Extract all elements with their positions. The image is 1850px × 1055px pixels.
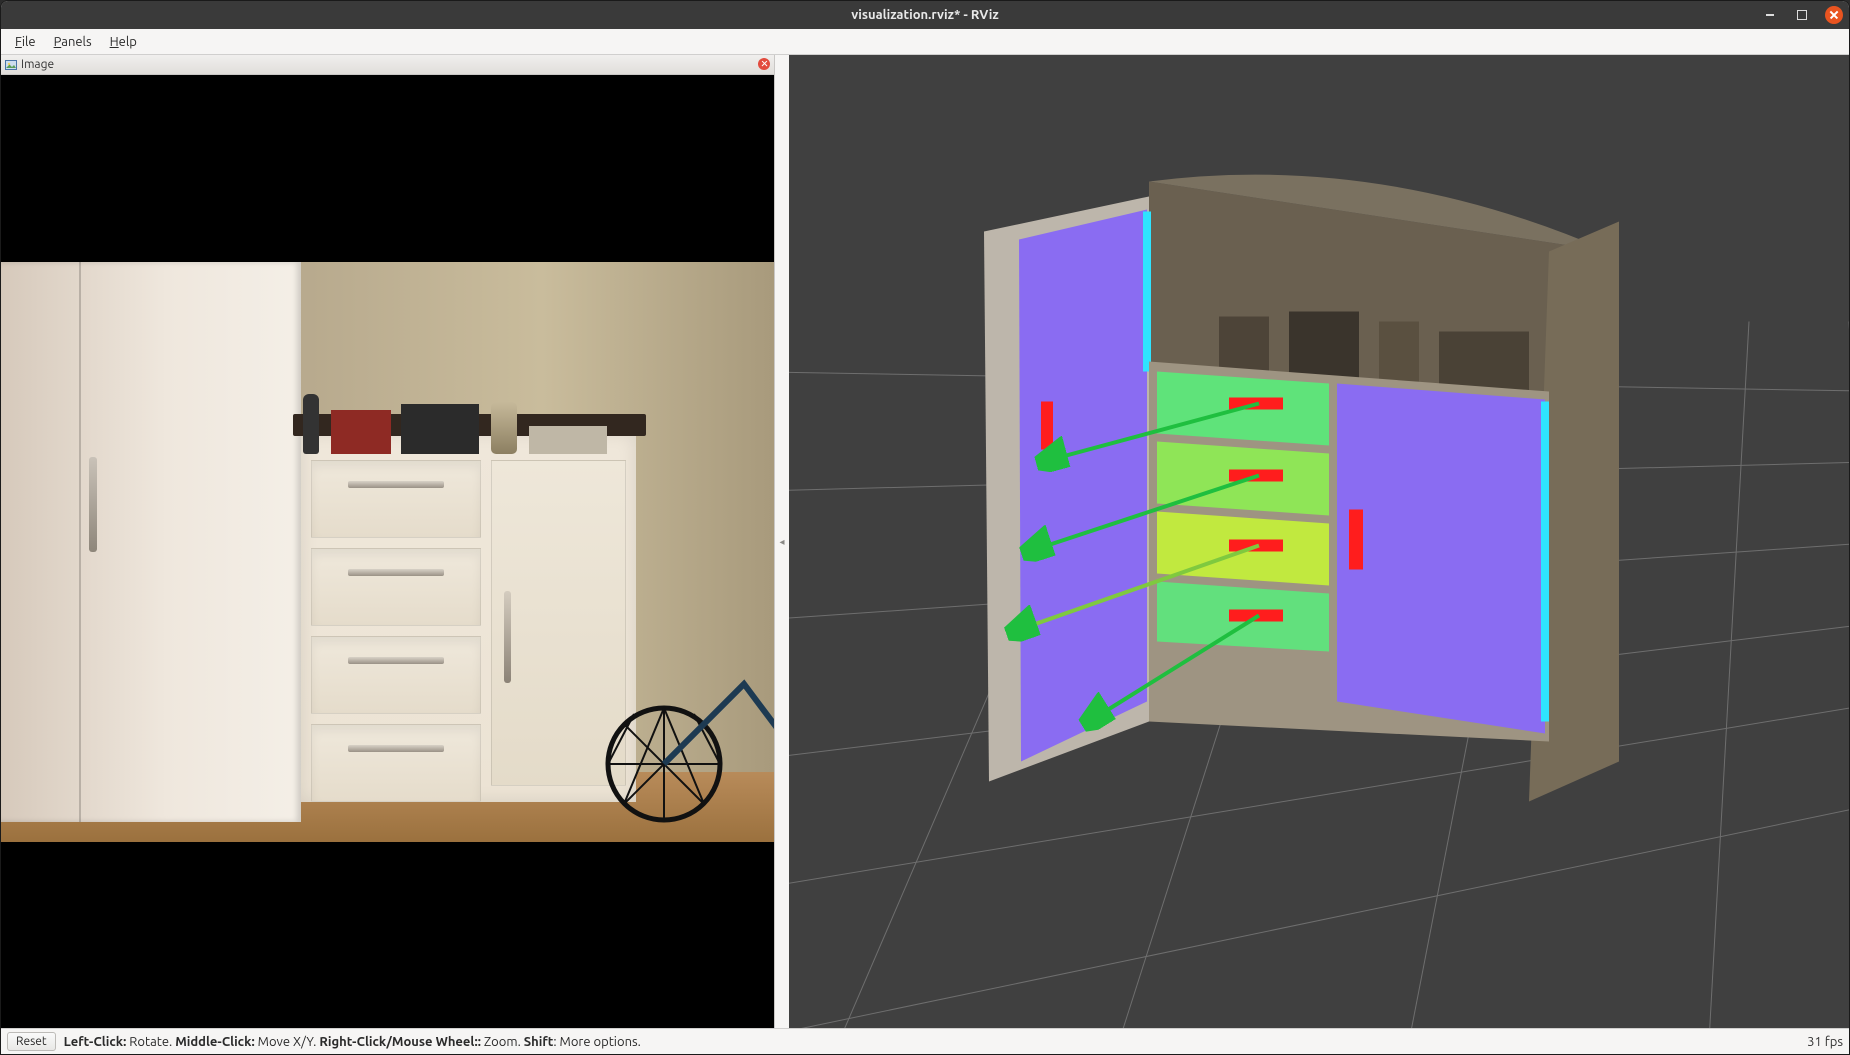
overlay-edge [1143, 212, 1151, 372]
window-title: visualization.rviz* - RViz [1, 8, 1849, 22]
image-panel-title: Image [21, 58, 54, 71]
app-window: visualization.rviz* - RViz File Panels H… [0, 0, 1850, 1055]
panel-splitter[interactable] [775, 55, 789, 1028]
maximize-button[interactable] [1793, 6, 1811, 24]
overlay-door-handle [1349, 510, 1363, 570]
image-panel: Image [1, 55, 775, 1028]
menu-panels[interactable]: Panels [46, 32, 100, 52]
camera-image[interactable] [1, 75, 774, 1028]
image-panel-icon [5, 59, 17, 71]
close-button[interactable] [1825, 6, 1843, 24]
titlebar: visualization.rviz* - RViz [1, 1, 1849, 29]
menu-help[interactable]: Help [102, 32, 145, 52]
image-panel-close-icon[interactable] [758, 58, 770, 70]
window-controls [1761, 6, 1843, 24]
overlay-edge-right [1541, 402, 1549, 722]
image-panel-header[interactable]: Image [1, 55, 774, 75]
bicycle-icon [604, 604, 774, 824]
fps-counter: 31 fps [1807, 1035, 1843, 1049]
3d-scene [789, 55, 1849, 1028]
menubar: File Panels Help [1, 29, 1849, 55]
camera-scene [1, 262, 774, 842]
overlay-door-left [1019, 210, 1147, 762]
minimize-button[interactable] [1761, 6, 1779, 24]
status-hints: Left-Click: Rotate. Middle-Click: Move X… [64, 1035, 641, 1049]
reset-button[interactable]: Reset [7, 1032, 56, 1051]
main-area: Image [1, 55, 1849, 1028]
statusbar: Reset Left-Click: Rotate. Middle-Click: … [1, 1028, 1849, 1054]
menu-file[interactable]: File [7, 32, 44, 52]
overlay-door-right [1337, 384, 1545, 734]
overlay-handle [1041, 402, 1053, 450]
3d-viewport[interactable] [789, 55, 1849, 1028]
